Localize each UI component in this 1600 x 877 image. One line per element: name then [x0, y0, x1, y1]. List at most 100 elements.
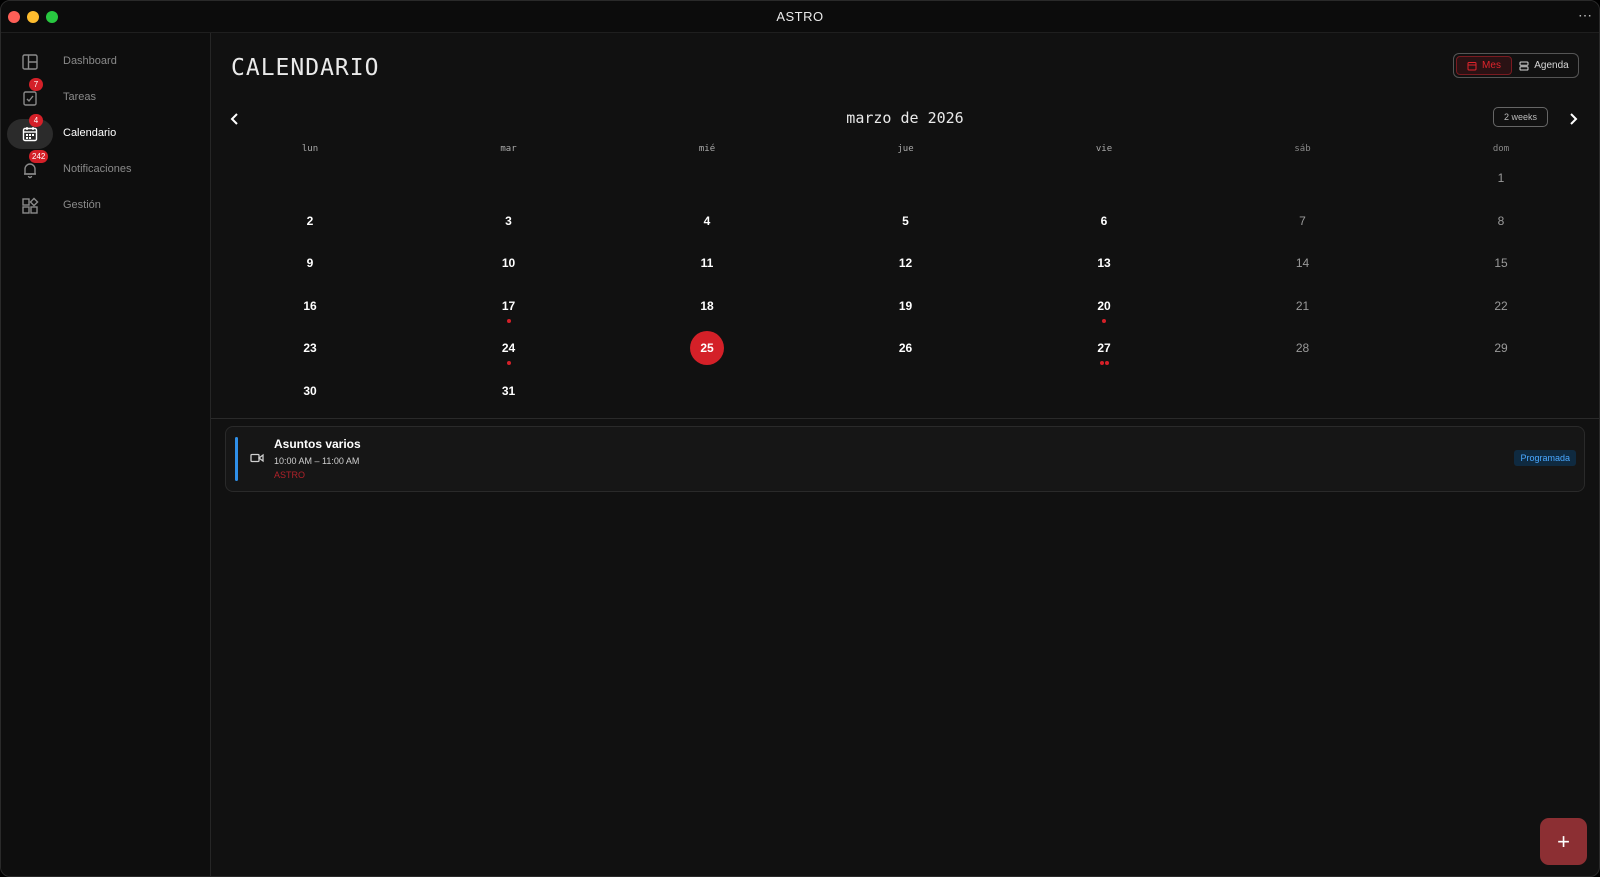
sidebar-item-calendario[interactable]: 4 Calendario [7, 114, 116, 149]
dashboard-icon [22, 54, 38, 70]
calendar-day[interactable]: 4 [608, 204, 806, 244]
sidebar-item-notificaciones[interactable]: 242 Notificaciones [7, 150, 131, 185]
notifications-badge: 242 [29, 150, 49, 163]
calendar-day[interactable]: 21 [1204, 289, 1402, 329]
calendar-day[interactable]: 20 [1005, 289, 1203, 329]
calendar-day[interactable]: 5 [807, 204, 1005, 244]
calendar-day[interactable]: 31 [410, 374, 608, 414]
day-number: 11 [700, 256, 714, 271]
calendar-day[interactable]: 23 [211, 331, 409, 371]
day-number: 18 [700, 298, 714, 313]
day-number: 22 [1494, 298, 1508, 313]
event-accent-bar [235, 437, 238, 481]
range-button[interactable]: 2 weeks [1493, 107, 1548, 127]
view-month-label: Mes [1482, 60, 1501, 71]
agenda-icon [1519, 61, 1529, 71]
calendar-day[interactable]: 18 [608, 289, 806, 329]
more-options-icon[interactable]: ⋯ [1578, 7, 1592, 24]
event-dots [1005, 359, 1203, 366]
weekday-label: dom [1492, 144, 1510, 154]
calendar-day[interactable]: 6 [1005, 204, 1203, 244]
sidebar-item-gestion[interactable]: Gestión [7, 191, 101, 221]
day-number: 6 [1100, 213, 1108, 228]
main-content: CALENDARIO Mes Agenda marzo de 2026 2 we… [211, 33, 1599, 876]
weekday-label: vie [1095, 144, 1113, 154]
page-title: CALENDARIO [231, 55, 380, 81]
view-agenda-label: Agenda [1534, 60, 1569, 71]
event-dots [1005, 317, 1203, 323]
event-card[interactable]: Asuntos varios 10:00 AM – 11:00 AM ASTRO… [225, 426, 1585, 492]
calendar-day[interactable]: 22 [1402, 289, 1599, 329]
day-number: 10 [501, 256, 516, 271]
month-title: marzo de 2026 [846, 109, 964, 127]
calendar-day[interactable]: 9 [211, 246, 409, 286]
calendar-day[interactable]: 15 [1402, 246, 1599, 286]
title-bar: ASTRO ⋯ [1, 1, 1599, 33]
event-organization: ASTRO [274, 470, 306, 480]
weekday-label: sáb [1294, 144, 1311, 154]
weekday-label: mar [500, 144, 517, 154]
day-number: 9 [306, 256, 314, 271]
day-number: 3 [505, 213, 512, 228]
calendar-day[interactable]: 8 [1402, 204, 1599, 244]
calendar-day[interactable]: 26 [807, 331, 1005, 371]
calendar-day[interactable]: 16 [211, 289, 409, 329]
event-dot [506, 361, 511, 366]
day-number: 21 [1295, 298, 1310, 313]
calendar-day[interactable]: 2 [211, 204, 409, 244]
event-dot [1099, 361, 1104, 366]
add-event-button[interactable]: + [1540, 818, 1587, 865]
calendar-badge: 4 [29, 114, 43, 127]
window-title: ASTRO [776, 9, 824, 24]
event-dots [410, 317, 608, 323]
weekday-label: lun [301, 144, 319, 154]
calendar-day[interactable]: 24 [410, 331, 608, 371]
grid-icon [22, 197, 39, 214]
event-dot [1104, 361, 1109, 366]
event-dots [410, 359, 608, 366]
calendar-day[interactable]: 12 [807, 246, 1005, 286]
event-time: 10:00 AM – 11:00 AM [274, 456, 360, 466]
app-window: ASTRO ⋯ Dashboard 7 Tareas 4 Calendario … [0, 0, 1600, 877]
calendar-day[interactable]: 29 [1402, 331, 1599, 371]
sidebar-item-label: Calendario [63, 127, 117, 139]
day-number: 23 [303, 341, 317, 356]
view-agenda-button[interactable]: Agenda [1512, 56, 1576, 75]
tasks-icon [23, 91, 37, 106]
calendar-small-icon [1467, 61, 1477, 70]
day-number: 5 [902, 213, 909, 228]
next-month-button[interactable] [1563, 109, 1583, 129]
calendar-day[interactable]: 3 [410, 204, 608, 244]
day-number: 13 [1097, 256, 1111, 271]
sidebar: Dashboard 7 Tareas 4 Calendario 242 Noti… [1, 33, 211, 876]
sidebar-item-label: Tareas [63, 91, 97, 103]
calendar-day[interactable]: 1 [1402, 161, 1599, 201]
calendar-day[interactable]: 27 [1005, 331, 1203, 371]
calendar-day[interactable]: 11 [608, 246, 806, 286]
weekday-label: mié [698, 144, 716, 154]
calendar-day[interactable]: 28 [1204, 331, 1402, 371]
sidebar-item-label: Dashboard [63, 55, 117, 67]
day-number: 28 [1295, 341, 1310, 356]
calendar-day[interactable]: 14 [1204, 246, 1402, 286]
calendar-day[interactable]: 30 [211, 374, 409, 414]
sidebar-item-label: Notificaciones [63, 163, 132, 175]
calendar-day[interactable]: 13 [1005, 246, 1203, 286]
day-number: 4 [703, 213, 711, 228]
day-number: 7 [1299, 213, 1306, 228]
calendar-day[interactable]: 25 [608, 331, 806, 371]
sidebar-item-tareas[interactable]: 7 Tareas [7, 78, 96, 113]
day-number: 2 [306, 213, 314, 228]
view-month-button[interactable]: Mes [1456, 56, 1512, 75]
sidebar-item-dashboard[interactable]: Dashboard [7, 47, 117, 77]
video-icon [250, 453, 264, 463]
weekday-header: lun mar mié jue vie sáb dom [211, 141, 1599, 161]
calendar-day[interactable]: 7 [1204, 204, 1402, 244]
divider [211, 418, 1599, 419]
calendar-day[interactable]: 17 [410, 289, 608, 329]
day-number: 25 [690, 331, 724, 366]
day-number: 14 [1295, 256, 1310, 271]
event-title: Asuntos varios [274, 437, 361, 451]
calendar-day[interactable]: 10 [410, 246, 608, 286]
calendar-day[interactable]: 19 [807, 289, 1005, 329]
